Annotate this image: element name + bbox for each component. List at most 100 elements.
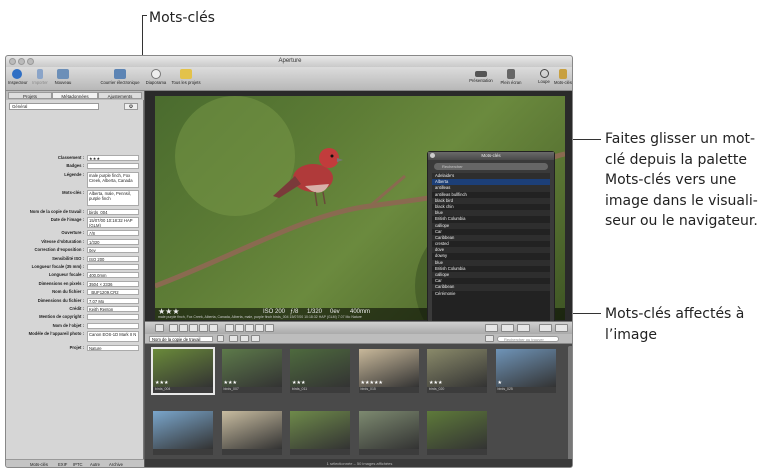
bottom-tab-exif[interactable]: EXIF <box>58 462 67 467</box>
callout-assigned-keywords: Mots-clés affectés à l’image <box>605 304 777 345</box>
all-projects-label: Tous les projets <box>171 80 201 85</box>
slideshow-label: Diaporama <box>145 80 167 85</box>
filter-icon[interactable] <box>485 335 494 342</box>
rotate-left-icon[interactable] <box>169 324 178 332</box>
zoom-window-button[interactable] <box>27 58 34 65</box>
tab-metadata[interactable]: Métadonnées <box>52 92 98 99</box>
metadata-value[interactable] <box>87 322 139 329</box>
keyword-palette-close-icon[interactable] <box>430 153 435 158</box>
metadata-value[interactable]: 1/320 <box>87 238 139 245</box>
image-caption: male purple finch, Fox Creek, Alberta, C… <box>158 315 362 319</box>
browser-search-input[interactable]: Rechercher ou trouver <box>497 336 559 342</box>
view-detail-icon[interactable] <box>251 335 260 342</box>
thumbnail[interactable]: ★★★ birds_004 <box>151 347 215 395</box>
image-viewer[interactable]: ★★★ ISO 200 ƒ/8 1/320 0ev 400mm male pur… <box>145 91 572 334</box>
thumbnail[interactable] <box>358 411 419 455</box>
retouch-tool-icon[interactable] <box>245 324 254 332</box>
spot-patch-tool-icon[interactable] <box>255 324 264 332</box>
keywords-toolbar-button[interactable]: Mots-clés <box>553 68 572 90</box>
thumbnail[interactable]: ★★★★★ birds_015 <box>358 349 419 393</box>
metadata-value[interactable]: ƒ/8 <box>87 230 139 237</box>
metadata-label: Mots-clés : <box>62 190 84 196</box>
slideshow-button[interactable]: Diaporama <box>145 68 167 90</box>
thumbnail[interactable]: ★ birds_025 <box>495 349 556 393</box>
view-browser-icon[interactable] <box>517 324 530 332</box>
crop-tool-icon[interactable] <box>209 324 218 332</box>
inspector-button[interactable]: Inspecteur <box>8 68 28 90</box>
eye-icon[interactable] <box>265 324 274 332</box>
metadata-value[interactable] <box>87 314 139 321</box>
callout-keywords-tick <box>142 15 147 16</box>
tab-projects[interactable]: Projets <box>8 92 52 99</box>
all-projects-button[interactable]: Tous les projets <box>169 68 203 90</box>
view-list-icon[interactable] <box>240 335 249 342</box>
thumbnail[interactable] <box>221 411 282 455</box>
metadata-value[interactable]: Alberta, male, Pennsil, purple finch <box>87 190 139 207</box>
import-button[interactable]: Importer <box>30 68 50 90</box>
bottom-tab-keywords[interactable]: Mots-clés <box>30 462 48 467</box>
keyword-item[interactable]: Cérémonie <box>432 291 550 297</box>
metadata-value[interactable] <box>87 163 139 170</box>
callout-keywords: Mots-clés <box>149 10 215 26</box>
sort-direction-icon[interactable] <box>217 335 224 342</box>
minimize-window-button[interactable] <box>18 58 25 65</box>
metadata-value[interactable]: 0ev <box>87 247 139 254</box>
browser-scrollbar[interactable] <box>568 346 572 466</box>
window-titlebar: Aperture <box>6 56 572 67</box>
tab-adjustments[interactable]: Ajustements <box>98 92 142 99</box>
stamp-tool-icon[interactable] <box>199 324 208 332</box>
metadata-value[interactable]: 3504 × 2336 <box>87 280 139 287</box>
email-button[interactable]: Courrier électronique <box>96 68 144 90</box>
metadata-value[interactable]: ISO 200 <box>87 255 139 262</box>
new-button[interactable]: Nouveau <box>53 68 73 90</box>
view-swap-icon[interactable] <box>555 324 568 332</box>
metadata-value[interactable]: 400.0mm <box>87 272 139 279</box>
rotate-right-icon[interactable] <box>179 324 188 332</box>
metadata-value[interactable]: male purple finch, Fox Creek, Alberta, C… <box>87 171 139 188</box>
email-icon <box>114 69 126 79</box>
main-toolbar: Inspecteur Importer Nouveau Courrier éle… <box>6 67 572 91</box>
import-label: Importer <box>32 80 48 85</box>
select-tool-icon[interactable] <box>155 324 164 332</box>
thumbnail-image <box>221 411 282 449</box>
straighten-tool-icon[interactable] <box>225 324 234 332</box>
redeye-tool-icon[interactable] <box>235 324 244 332</box>
metadata-value[interactable]: Keith Renton <box>87 306 139 312</box>
thumbnail[interactable]: ★★★ birds_020 <box>427 349 487 393</box>
thumbnail[interactable] <box>290 411 350 455</box>
sort-select[interactable]: Nom de la copie de travail <box>149 336 213 342</box>
view-grid-icon[interactable] <box>229 335 238 342</box>
metadata-value[interactable]: 15/07/00 10:18:32 HAP (GLM) <box>87 217 139 228</box>
metadata-label: Modèle de l’appareil photo : <box>28 331 84 337</box>
metadata-value[interactable]: Canon EOS-1D Mark II N <box>87 331 139 343</box>
metadata-value[interactable] <box>87 264 139 270</box>
metadata-value[interactable]: ★★★ <box>87 155 139 161</box>
thumbnail[interactable]: ★★★ birds_011 <box>290 349 350 393</box>
metadata-value[interactable]: birds_004 <box>87 208 139 215</box>
metadata-value[interactable]: Nature <box>87 344 139 351</box>
metadata-view-select[interactable]: Général <box>9 103 99 110</box>
loupe-label: Loupe <box>538 79 550 84</box>
close-window-button[interactable] <box>9 58 16 65</box>
bottom-tab-archive[interactable]: Archive <box>109 462 123 467</box>
gear-icon[interactable]: ⚙ <box>124 103 138 110</box>
thumbnail[interactable]: ★★★ birds_007 <box>221 349 282 393</box>
view-viewer-icon[interactable] <box>539 324 552 332</box>
bottom-tab-iptc[interactable]: IPTC <box>73 462 83 467</box>
view-split-icon[interactable] <box>501 324 514 332</box>
fullscreen-button[interactable]: Plein écran <box>498 68 524 90</box>
aperture-window: Aperture Inspecteur Importer Nouveau Cou… <box>5 55 573 468</box>
view-filmstrip-icon[interactable] <box>485 324 498 332</box>
bottom-tab-other[interactable]: Autre <box>90 462 100 467</box>
thumbnail[interactable] <box>427 411 487 455</box>
thumbnail[interactable] <box>153 411 213 455</box>
loupe-button[interactable]: Loupe <box>536 68 552 90</box>
keyword-search-input[interactable]: Rechercher <box>434 163 548 170</box>
metadata-label: Nom de la copie de travail : <box>29 208 84 214</box>
presentation-button[interactable]: Présentation <box>466 68 496 90</box>
fullscreen-icon <box>507 69 515 79</box>
metadata-bottom-tabs: Mots-clés EXIF IPTC Autre Archive <box>6 459 144 467</box>
metadata-value[interactable]: 7.07 Mo <box>87 297 139 304</box>
metadata-value[interactable]: _BUF1209.CR2 <box>87 289 139 296</box>
lift-tool-icon[interactable] <box>189 324 198 332</box>
